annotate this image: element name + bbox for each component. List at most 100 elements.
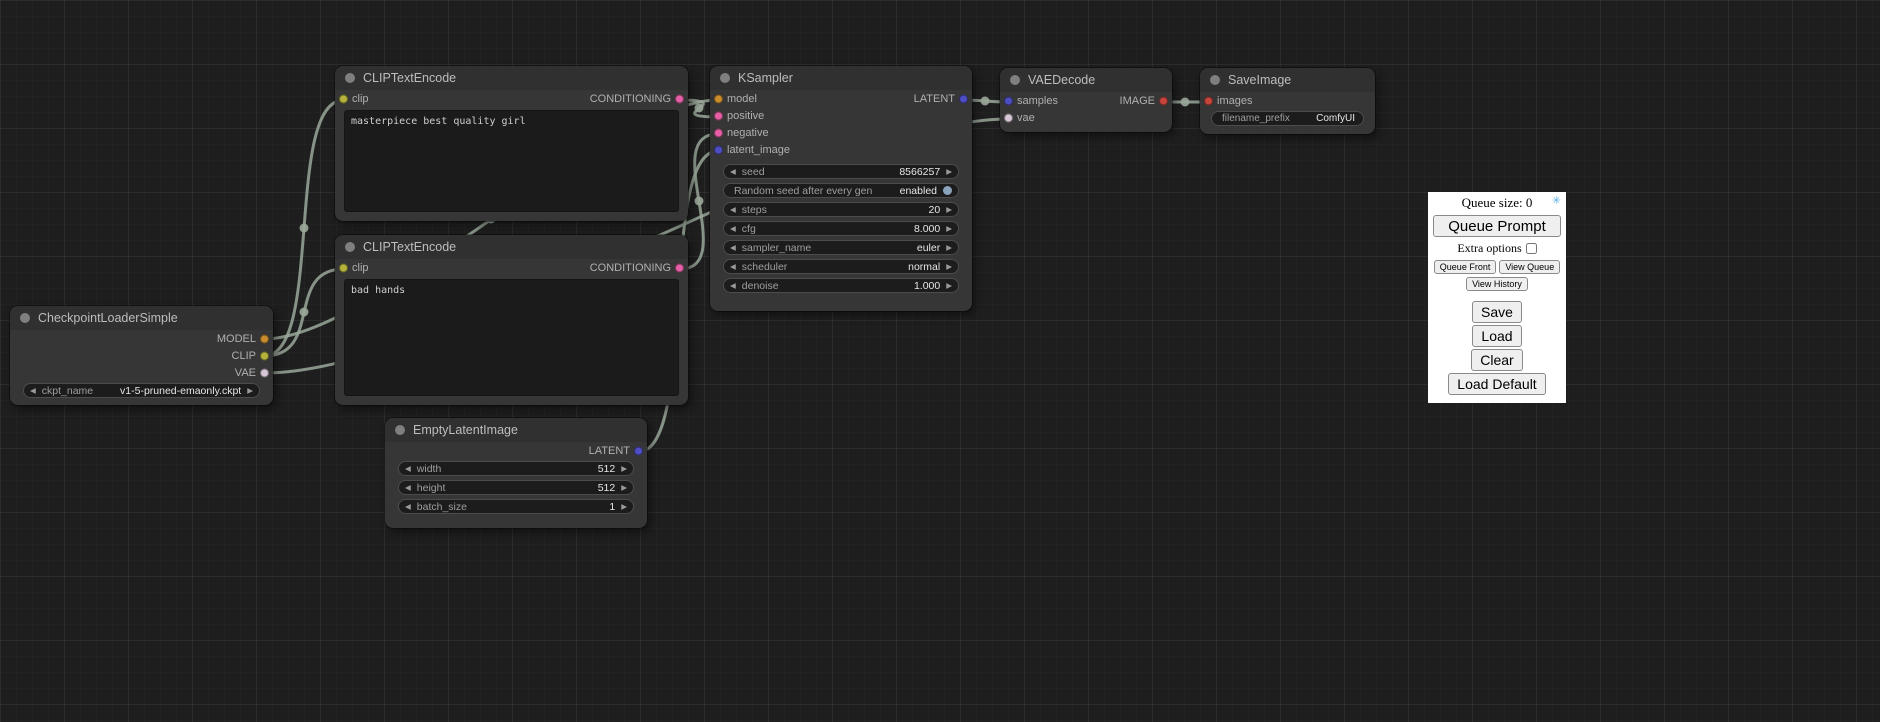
widget-value: euler [917,242,940,254]
input-port-clip[interactable] [339,263,348,272]
prompt-textarea[interactable]: bad hands [344,279,679,396]
decrement-icon[interactable]: ◀ [730,282,736,290]
load-default-button[interactable]: Load Default [1448,373,1545,395]
widget-value: 8.000 [914,223,940,235]
node-status-dot[interactable] [345,242,355,252]
queue-prompt-button[interactable]: Queue Prompt [1433,215,1561,237]
widget-height[interactable]: ◀ height 512 ▶ [398,480,634,495]
port-row: VAE [10,364,273,381]
node-title-bar[interactable]: CheckpointLoaderSimple [10,306,273,330]
widget-label: cfg [742,223,756,235]
input-port-model[interactable] [714,94,723,103]
clear-button[interactable]: Clear [1471,349,1522,371]
node-checkpoint-loader-simple[interactable]: CheckpointLoaderSimple MODEL CLIP VAE ◀ … [10,306,273,405]
decrement-icon[interactable]: ◀ [405,465,411,473]
node-title-bar[interactable]: VAEDecode [1000,68,1172,92]
output-port-vae[interactable] [260,368,269,377]
node-clip-text-encode-positive[interactable]: CLIPTextEncode clip CONDITIONING masterp… [335,66,688,221]
link-midpoint-dot [300,224,309,233]
node-status-dot[interactable] [345,73,355,83]
view-queue-button[interactable]: View Queue [1499,260,1560,274]
prompt-textarea[interactable]: masterpiece best quality girl [344,110,679,212]
widget-ckpt-name[interactable]: ◀ ckpt_name v1-5-pruned-emaonly.ckpt ▶ [23,383,260,398]
node-status-dot[interactable] [1210,75,1220,85]
increment-icon[interactable]: ▶ [946,282,952,290]
settings-icon[interactable]: ✳ [1552,196,1561,207]
output-port-image[interactable] [1159,96,1168,105]
node-title-bar[interactable]: CLIPTextEncode [335,66,688,90]
extra-options-checkbox[interactable] [1526,243,1537,254]
comfy-menu-panel: Queue size: 0 ✳ Queue Prompt Extra optio… [1428,192,1566,403]
decrement-icon[interactable]: ◀ [730,206,736,214]
output-port-clip[interactable] [260,351,269,360]
increment-icon[interactable]: ▶ [621,503,627,511]
link-midpoint-dot [695,104,704,113]
decrement-icon[interactable]: ◀ [730,168,736,176]
widget-random-seed-toggle[interactable]: Random seed after every gen enabled [723,183,959,198]
node-status-dot[interactable] [395,425,405,435]
widget-steps[interactable]: ◀ steps 20 ▶ [723,202,959,217]
output-port-conditioning[interactable] [675,94,684,103]
widget-sampler-name[interactable]: ◀ sampler_name euler ▶ [723,240,959,255]
input-port-images[interactable] [1204,96,1213,105]
input-port-negative[interactable] [714,128,723,137]
view-history-button[interactable]: View History [1466,277,1528,291]
input-port-samples[interactable] [1004,96,1013,105]
widget-label: filename_prefix [1222,113,1290,124]
output-port-latent[interactable] [634,446,643,455]
decrement-icon[interactable]: ◀ [30,387,36,395]
node-save-image[interactable]: SaveImage images filename_prefix ComfyUI [1200,68,1375,134]
queue-front-button[interactable]: Queue Front [1434,260,1497,274]
toggle-on-dot[interactable] [943,186,952,195]
increment-icon[interactable]: ▶ [247,387,253,395]
output-port-latent[interactable] [959,94,968,103]
decrement-icon[interactable]: ◀ [405,503,411,511]
menu-header: Queue size: 0 ✳ [1432,195,1562,211]
increment-icon[interactable]: ▶ [946,206,952,214]
node-title-bar[interactable]: KSampler [710,66,972,90]
decrement-icon[interactable]: ◀ [730,263,736,271]
output-label-conditioning: CONDITIONING [590,93,671,105]
port-row: MODEL [10,330,273,347]
node-title-bar[interactable]: CLIPTextEncode [335,235,688,259]
node-status-dot[interactable] [20,313,30,323]
load-button[interactable]: Load [1472,325,1521,347]
input-port-vae[interactable] [1004,113,1013,122]
widget-label: sampler_name [742,242,811,254]
input-port-clip[interactable] [339,94,348,103]
input-port-positive[interactable] [714,111,723,120]
widget-label: scheduler [742,261,788,273]
node-title-bar[interactable]: EmptyLatentImage [385,418,647,442]
output-port-conditioning[interactable] [675,263,684,272]
widget-filename-prefix[interactable]: filename_prefix ComfyUI [1211,111,1364,126]
increment-icon[interactable]: ▶ [621,484,627,492]
widget-denoise[interactable]: ◀ denoise 1.000 ▶ [723,278,959,293]
decrement-icon[interactable]: ◀ [730,225,736,233]
output-port-model[interactable] [260,334,269,343]
node-status-dot[interactable] [720,73,730,83]
increment-icon[interactable]: ▶ [946,225,952,233]
widget-scheduler[interactable]: ◀ scheduler normal ▶ [723,259,959,274]
node-vae-decode[interactable]: VAEDecode samples IMAGE vae [1000,68,1172,132]
save-button[interactable]: Save [1472,301,1522,323]
decrement-icon[interactable]: ◀ [405,484,411,492]
widget-cfg[interactable]: ◀ cfg 8.000 ▶ [723,221,959,236]
increment-icon[interactable]: ▶ [946,168,952,176]
increment-icon[interactable]: ▶ [946,263,952,271]
decrement-icon[interactable]: ◀ [730,244,736,252]
widget-width[interactable]: ◀ width 512 ▶ [398,461,634,476]
increment-icon[interactable]: ▶ [621,465,627,473]
node-status-dot[interactable] [1010,75,1020,85]
widget-label: batch_size [417,501,467,513]
input-port-latent-image[interactable] [714,145,723,154]
node-title-bar[interactable]: SaveImage [1200,68,1375,92]
node-title: VAEDecode [1028,73,1095,87]
node-graph-canvas[interactable]: CheckpointLoaderSimple MODEL CLIP VAE ◀ … [0,0,1880,722]
node-clip-text-encode-negative[interactable]: CLIPTextEncode clip CONDITIONING bad han… [335,235,688,405]
widget-seed[interactable]: ◀ seed 8566257 ▶ [723,164,959,179]
output-label-conditioning: CONDITIONING [590,262,671,274]
increment-icon[interactable]: ▶ [946,244,952,252]
node-ksampler[interactable]: KSampler model LATENT positive negative … [710,66,972,311]
widget-batch-size[interactable]: ◀ batch_size 1 ▶ [398,499,634,514]
node-empty-latent-image[interactable]: EmptyLatentImage LATENT ◀ width 512 ▶ ◀ … [385,418,647,528]
